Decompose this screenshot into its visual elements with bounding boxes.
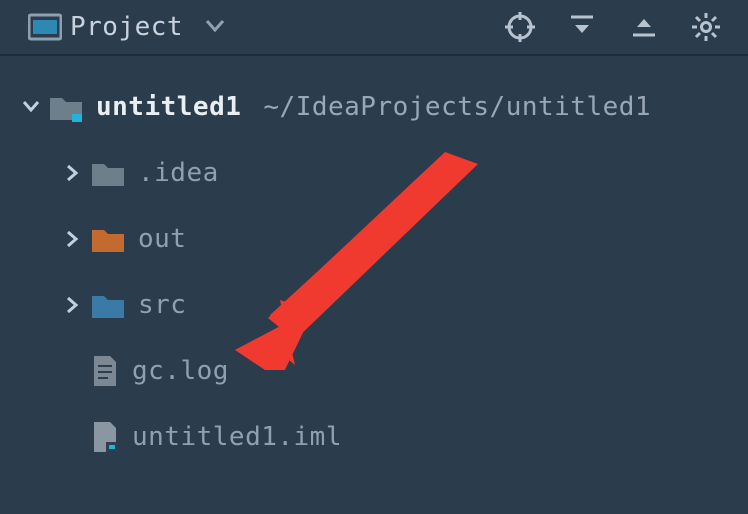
tree-item-out[interactable]: out	[0, 206, 748, 272]
tree-item-label: .idea	[138, 158, 219, 188]
expand-all-icon[interactable]	[558, 3, 606, 51]
chevron-right-icon[interactable]	[62, 164, 84, 182]
iml-file-icon	[90, 420, 120, 454]
folder-icon	[90, 224, 126, 254]
project-toolbar: Project	[0, 0, 748, 56]
tree-root-name: untitled1	[96, 92, 241, 122]
chevron-right-icon[interactable]	[62, 296, 84, 314]
tree-item-idea[interactable]: .idea	[0, 140, 748, 206]
view-mode-dropdown-icon[interactable]	[205, 18, 225, 37]
settings-gear-icon[interactable]	[682, 3, 730, 51]
folder-icon	[90, 290, 126, 320]
project-toolbar-title[interactable]: Project	[70, 12, 183, 42]
tree-item-gclog[interactable]: gc.log	[0, 338, 748, 404]
tree-item-src[interactable]: src	[0, 272, 748, 338]
project-folder-icon	[48, 92, 84, 122]
tree-item-label: src	[138, 290, 186, 320]
chevron-down-icon[interactable]	[20, 100, 42, 114]
text-file-icon	[90, 354, 120, 388]
locate-target-icon[interactable]	[496, 3, 544, 51]
tree-item-iml[interactable]: untitled1.iml	[0, 404, 748, 470]
tree-item-label: untitled1.iml	[132, 422, 342, 452]
project-tool-icon	[28, 12, 62, 42]
collapse-all-icon[interactable]	[620, 3, 668, 51]
tree-item-label: gc.log	[132, 356, 229, 386]
tree-root-path: ~/IdeaProjects/untitled1	[263, 92, 651, 122]
chevron-right-icon[interactable]	[62, 230, 84, 248]
tree-item-label: out	[138, 224, 186, 254]
folder-icon	[90, 158, 126, 188]
tree-root-row[interactable]: untitled1 ~/IdeaProjects/untitled1	[0, 74, 748, 140]
project-tree: untitled1 ~/IdeaProjects/untitled1 .idea…	[0, 56, 748, 470]
